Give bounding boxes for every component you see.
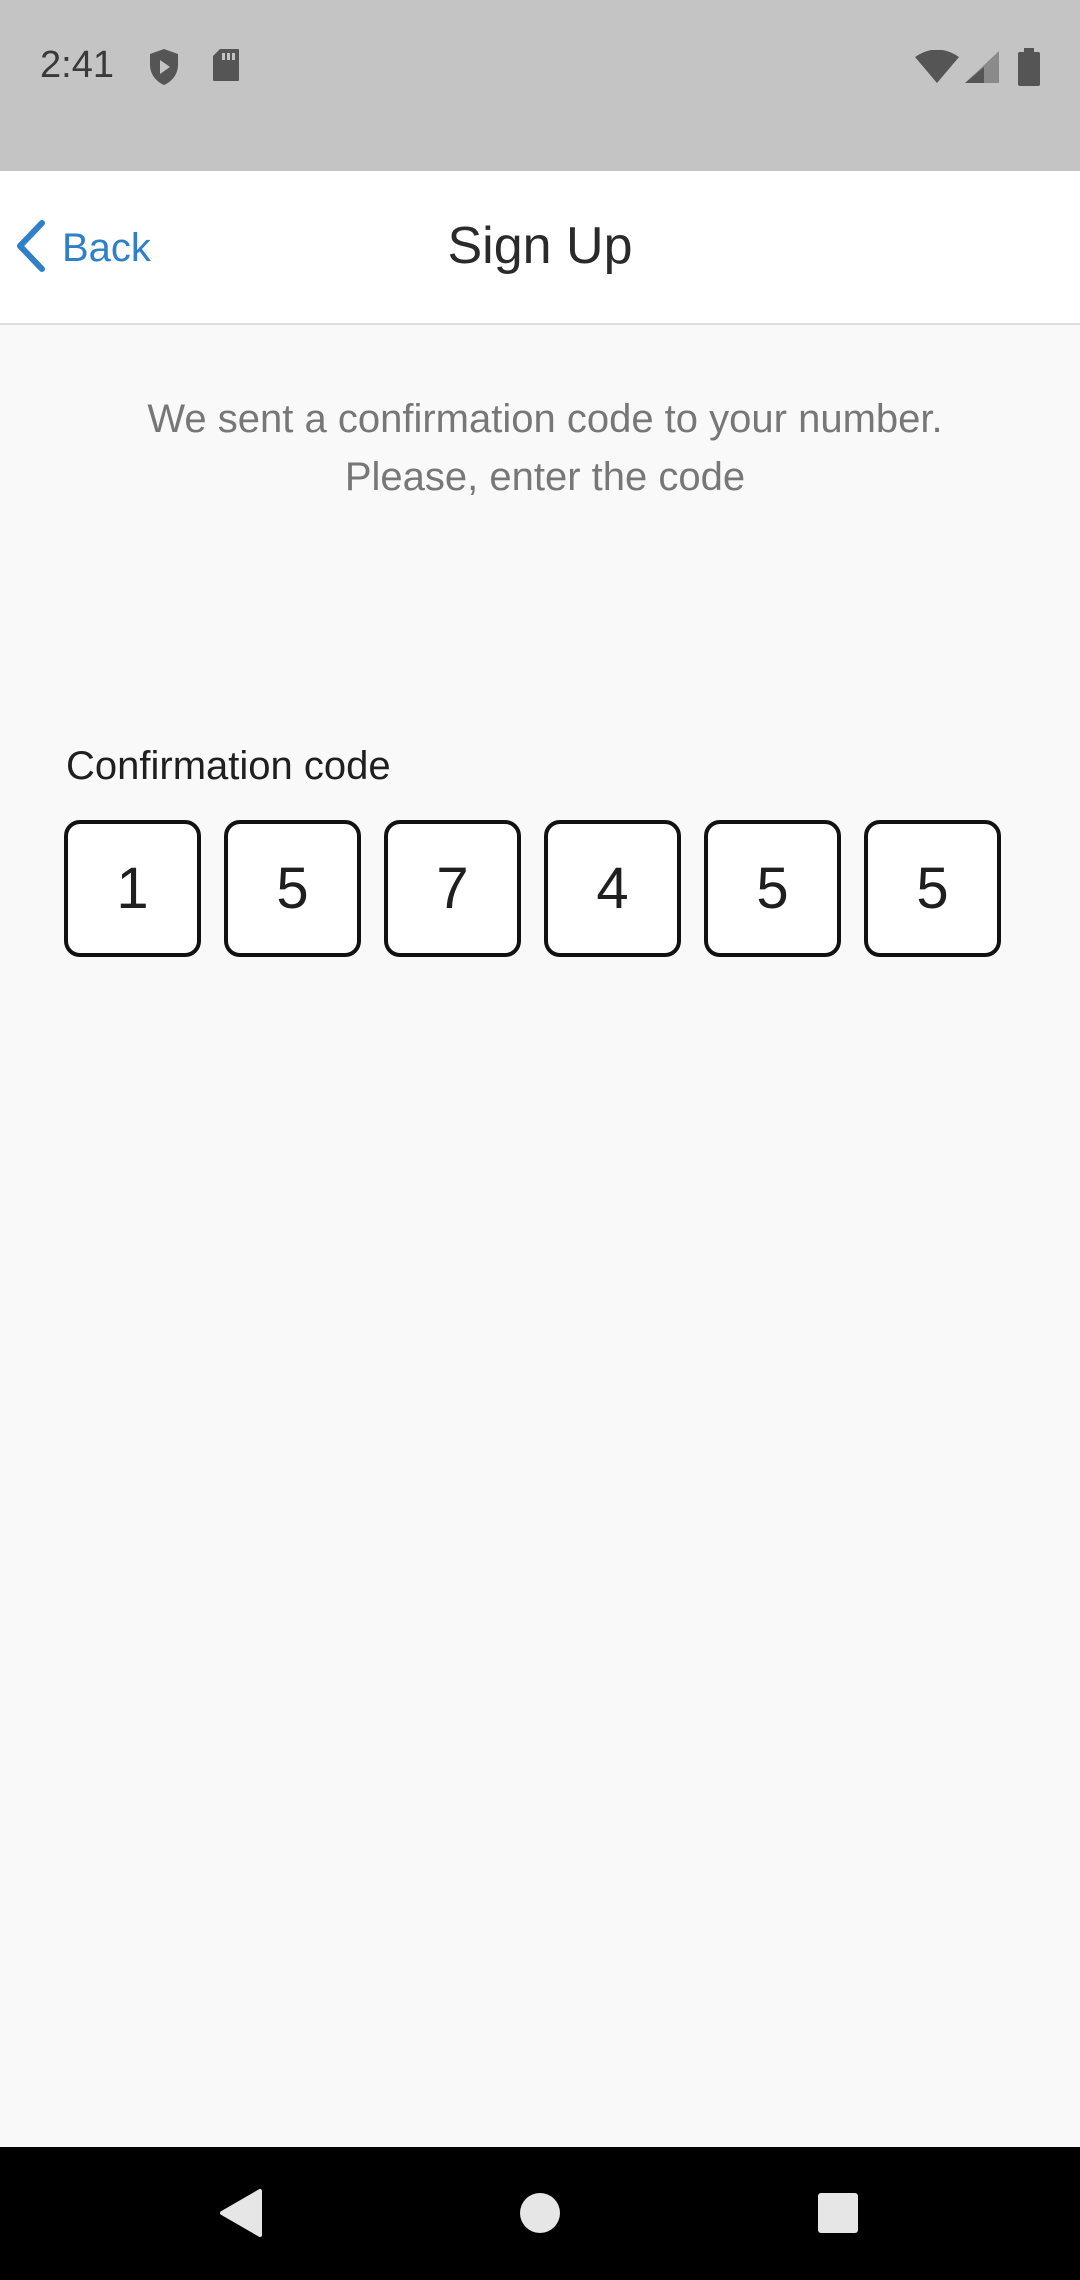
back-nav-icon[interactable] <box>208 2180 274 2246</box>
code-digit-1[interactable]: 1 <box>64 820 201 957</box>
code-digit-6[interactable]: 5 <box>864 820 1001 957</box>
code-digit-5[interactable]: 5 <box>704 820 841 957</box>
code-digit-3[interactable]: 7 <box>384 820 521 957</box>
battery-icon <box>1018 48 1040 91</box>
app-header: Back Sign Up <box>0 171 1080 325</box>
instructions-text: We sent a confirmation code to your numb… <box>40 390 1050 506</box>
code-digit-2[interactable]: 5 <box>224 820 361 957</box>
code-input-row: 1 5 7 4 5 5 <box>64 820 1001 957</box>
signal-icon <box>964 50 1000 89</box>
system-nav-bar <box>0 2147 1080 2280</box>
code-label: Confirmation code <box>66 744 391 788</box>
status-time: 2:41 <box>40 44 114 86</box>
recents-nav-icon[interactable] <box>805 2180 871 2246</box>
instruction-line-2: Please, enter the code <box>344 455 746 499</box>
instruction-line-1: We sent a confirmation code to your numb… <box>147 397 943 441</box>
code-digit-4[interactable]: 4 <box>544 820 681 957</box>
home-nav-icon[interactable] <box>507 2180 573 2246</box>
sd-card-icon <box>212 48 240 87</box>
shield-icon <box>148 48 180 91</box>
page-title: Sign Up <box>447 217 633 275</box>
wifi-icon <box>914 49 960 89</box>
sign-up-screen: 2:41 Back Sign Up We sent a confirmation… <box>0 0 1080 2280</box>
status-bar: 2:41 <box>0 0 1080 171</box>
